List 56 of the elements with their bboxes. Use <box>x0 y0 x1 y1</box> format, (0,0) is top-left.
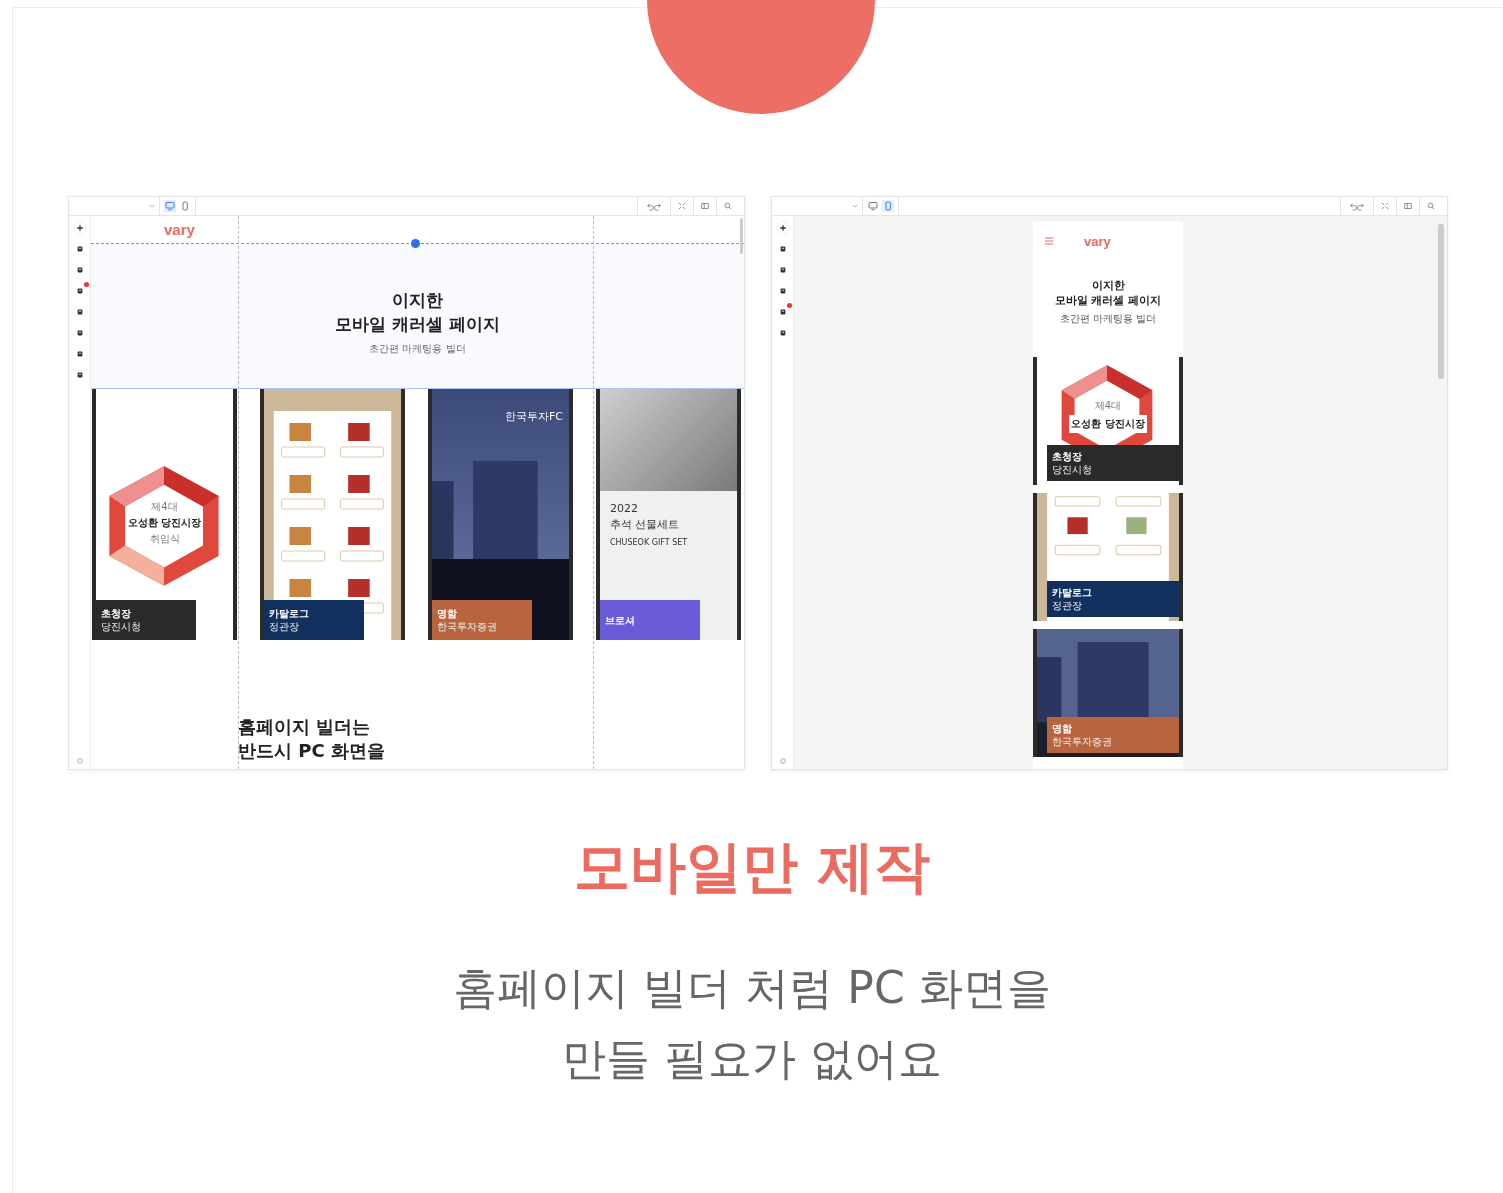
headline: 모바일만 제작 <box>573 833 931 901</box>
card-subtitle: 한국투자증권 <box>437 620 498 633</box>
desktop-view-tab[interactable] <box>164 200 176 212</box>
collapse-icon[interactable] <box>678 202 686 210</box>
undo-redo-icon[interactable] <box>1348 201 1366 211</box>
hero-title: 이지한 <box>392 289 443 312</box>
hero-title: 모바일 캐러셀 페이지 <box>335 313 500 336</box>
hero-subtitle: 초간편 마케팅용 빌더 <box>369 342 466 356</box>
scrollbar[interactable] <box>1438 224 1444 379</box>
layout-icon[interactable] <box>701 202 709 210</box>
design-card[interactable]: 제4대 오성환 당진시장 취임식 초청장 당진시청 <box>92 389 237 640</box>
card-text: 한국투자FC <box>505 409 563 424</box>
design-card[interactable]: 카탈로그 정관장 <box>260 389 405 640</box>
hero-title: 이지한 <box>1091 278 1125 293</box>
section-heading: 홈페이지 빌더는 <box>238 715 372 739</box>
card-subtitle: 당진시청 <box>1052 463 1093 476</box>
desktop-view-tab[interactable] <box>867 200 879 212</box>
card-subtitle: 당진시청 <box>101 620 142 633</box>
hero-title: 모바일 캐러셀 페이지 <box>1054 293 1162 308</box>
section-heading: 반드시 PC 화면을 <box>238 739 386 763</box>
card-title: 명함 <box>437 607 458 620</box>
section-handle[interactable] <box>411 239 420 248</box>
card-text: 취임식 <box>149 532 180 546</box>
mobile-view-tab[interactable] <box>179 200 191 212</box>
design-card[interactable]: 2022 추석 선물세트 CHUSEOK GIFT SET 브로셔 <box>596 389 741 640</box>
mobile-view-tab[interactable] <box>882 200 894 212</box>
search-icon[interactable] <box>1427 202 1435 210</box>
card-title: 카탈로그 <box>269 607 310 620</box>
card-title: 초청장 <box>1052 450 1083 463</box>
search-icon[interactable] <box>724 202 732 210</box>
design-card[interactable]: 한국투자FC 명함 한국투자증권 <box>428 389 573 640</box>
description: 홈페이지 빌더 처럼 PC 화면을 <box>453 961 1051 1015</box>
card-title: 카탈로그 <box>1052 586 1093 599</box>
card-title: 초청장 <box>101 607 132 620</box>
card-text: 추석 선물세트 <box>610 517 681 533</box>
collapse-icon[interactable] <box>1381 202 1389 210</box>
design-card[interactable]: 카탈로그 정관장 <box>1033 493 1183 621</box>
card-text: 2022 <box>610 501 639 517</box>
caret-icon <box>149 204 155 208</box>
layout-icon[interactable] <box>1404 202 1412 210</box>
card-text: 제4대 <box>1094 399 1122 413</box>
design-card[interactable]: 제4대 오성환 당진시장 초청장 당진시청 <box>1033 357 1183 485</box>
card-text: 오성환 당진시장 <box>1069 415 1147 433</box>
card-text: 제4대 <box>151 500 178 514</box>
hero-subtitle: 초간편 마케팅용 빌더 <box>1059 312 1157 326</box>
design-card[interactable]: 명함 한국투자증권 <box>1033 629 1183 757</box>
card-subtitle: 한국투자증권 <box>1052 735 1113 748</box>
undo-redo-icon[interactable] <box>645 201 663 211</box>
caret-icon <box>852 204 858 208</box>
description: 만들 필요가 없어요 <box>562 1032 942 1086</box>
card-title: 명함 <box>1052 722 1073 735</box>
card-text: CHUSEOK GIFT SET <box>610 537 689 549</box>
card-subtitle: 정관장 <box>1052 599 1083 612</box>
card-title: 브로셔 <box>605 613 636 627</box>
card-text: 오성환 당진시장 <box>125 515 204 531</box>
card-subtitle: 정관장 <box>269 620 300 633</box>
